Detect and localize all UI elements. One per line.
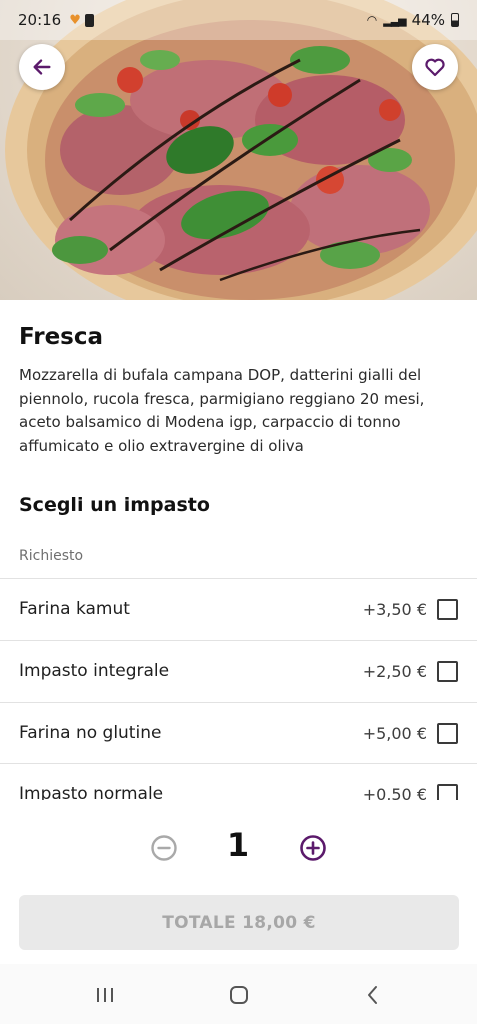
nav-back-button[interactable] xyxy=(360,982,386,1008)
pizza-illustration xyxy=(0,0,477,300)
product-photo xyxy=(0,0,477,300)
home-icon xyxy=(230,986,248,1004)
favorite-button[interactable] xyxy=(412,44,458,90)
battery-percent: 44% xyxy=(411,11,445,29)
option-price: +2,50 € xyxy=(362,661,427,681)
home-button[interactable] xyxy=(226,982,252,1008)
option-name: Farina kamut xyxy=(19,599,130,619)
heart-icon xyxy=(425,58,445,77)
option-name: Impasto integrale xyxy=(19,661,170,681)
arrow-left-icon xyxy=(33,59,51,75)
status-bar: 20:16 ♥ ◠ ▂▃▅ 44% xyxy=(0,0,477,40)
product-title: Fresca xyxy=(19,324,104,350)
battery-icon xyxy=(451,13,459,27)
option-price: +5,00 € xyxy=(362,723,427,743)
recent-apps-icon xyxy=(97,988,113,1002)
bag-icon xyxy=(84,13,94,27)
quantity-value: 1 xyxy=(226,826,250,864)
checkbox[interactable] xyxy=(437,598,458,620)
option-impasto-integrale[interactable]: Impasto integrale +2,50 € xyxy=(0,640,477,702)
section-title: Scegli un impasto xyxy=(19,494,210,516)
chevron-left-icon xyxy=(368,986,377,1004)
plus-circle-icon[interactable] xyxy=(299,834,327,862)
option-price: +3,50 € xyxy=(362,599,427,619)
signal-icon: ▂▃▅ xyxy=(383,13,406,27)
status-time: 20:16 xyxy=(18,11,62,29)
back-button[interactable] xyxy=(19,44,65,90)
minus-circle-icon[interactable] xyxy=(150,834,178,862)
option-name: Farina no glutine xyxy=(19,723,162,743)
recent-apps-button[interactable] xyxy=(92,982,118,1008)
checkbox[interactable] xyxy=(437,660,458,682)
system-nav-bar xyxy=(0,964,477,1024)
notification-icon: ♥ xyxy=(69,12,81,28)
option-farina-no-glutine[interactable]: Farina no glutine +5,00 € xyxy=(0,702,477,764)
quantity-stepper: 1 xyxy=(0,826,477,870)
product-description: Mozzarella di bufala campana DOP, datter… xyxy=(19,366,425,455)
required-label: Richiesto xyxy=(19,548,84,564)
checkbox[interactable] xyxy=(437,722,458,744)
option-farina-kamut[interactable]: Farina kamut +3,50 € xyxy=(0,578,477,640)
total-button[interactable]: TOTALE 18,00 € xyxy=(19,895,459,950)
wifi-icon: ◠ xyxy=(366,13,378,27)
